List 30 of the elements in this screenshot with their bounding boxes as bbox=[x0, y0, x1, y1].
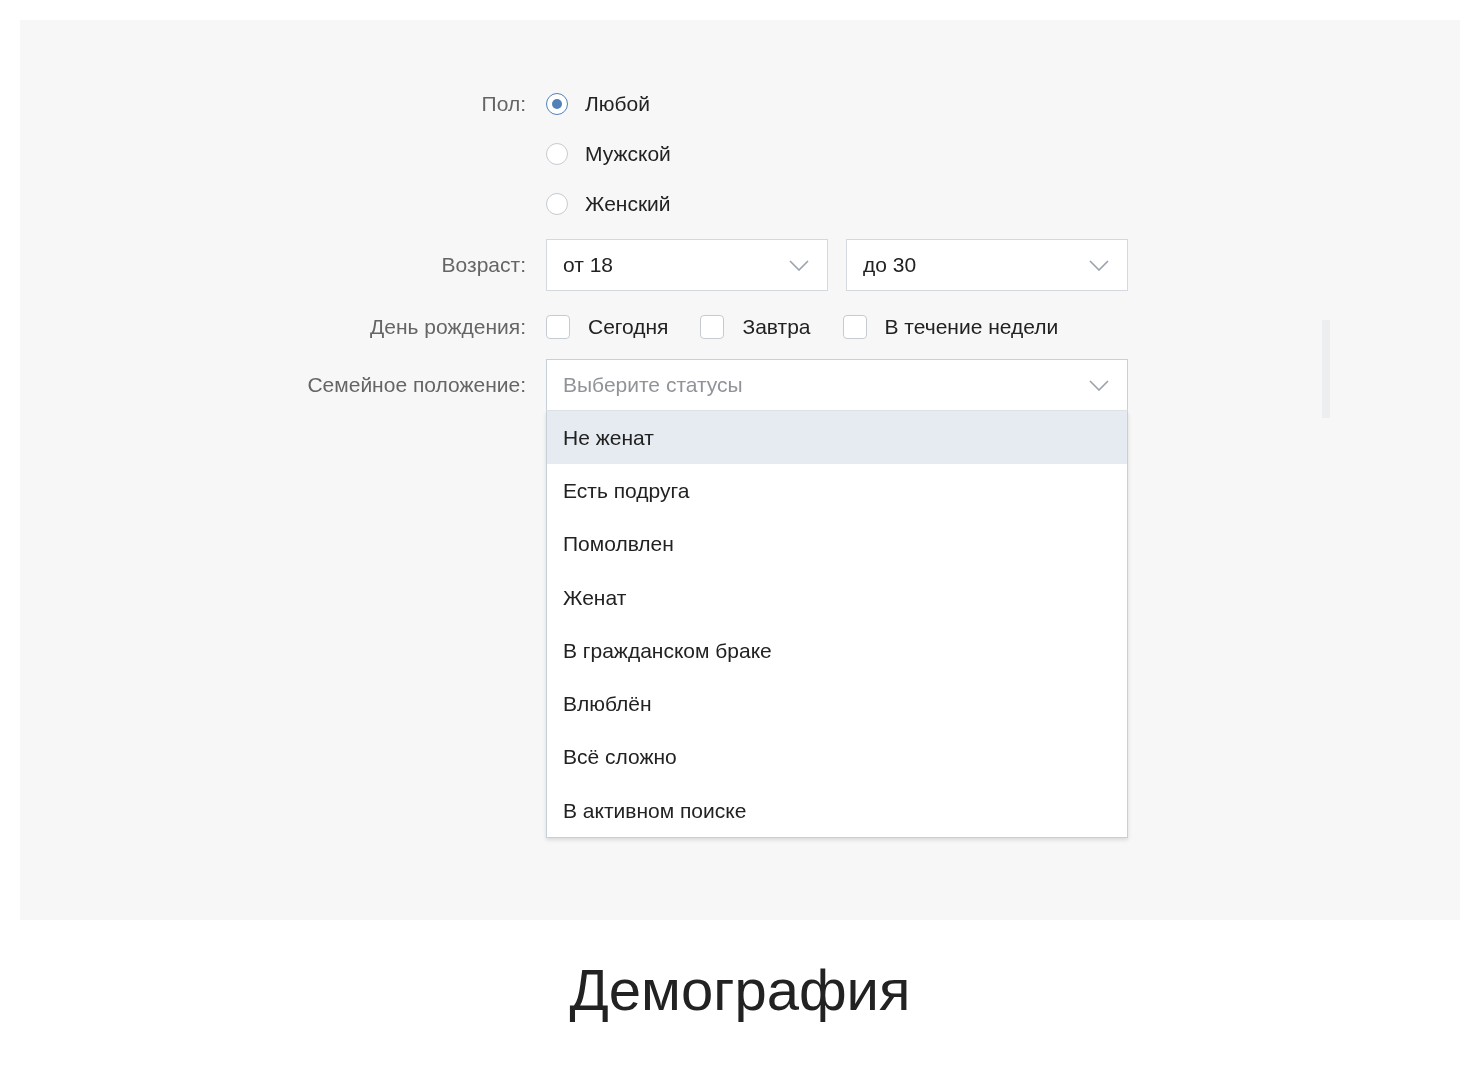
radio-button[interactable] bbox=[546, 193, 568, 215]
radio-button[interactable] bbox=[546, 93, 568, 115]
chevron-down-icon bbox=[789, 259, 809, 271]
menu-item[interactable]: В активном поиске bbox=[547, 784, 1127, 838]
field-label: Возраст: bbox=[440, 253, 527, 277]
checkbox-label[interactable]: Сегодня bbox=[588, 315, 669, 339]
radio-label[interactable]: Мужской bbox=[585, 142, 671, 166]
chevron-down-icon bbox=[1089, 259, 1109, 271]
radio-label[interactable]: Женский bbox=[585, 192, 671, 216]
checkbox-label[interactable]: В течение недели bbox=[884, 315, 1059, 339]
field-label: День рождения: bbox=[369, 315, 527, 339]
caption-title: Демография bbox=[568, 956, 912, 1023]
radio-button[interactable] bbox=[546, 143, 568, 165]
field-label: Семейное положение: bbox=[306, 372, 527, 397]
chevron-down-icon bbox=[1089, 379, 1109, 391]
age-from-dropdown[interactable]: от 18 bbox=[546, 239, 828, 291]
menu-item[interactable]: Помолвлен bbox=[547, 517, 1127, 571]
menu-item[interactable]: Всё сложно bbox=[547, 730, 1127, 785]
age-to-dropdown[interactable]: до 30 bbox=[846, 239, 1128, 291]
checkbox[interactable] bbox=[700, 315, 725, 339]
menu-item[interactable]: Есть подруга bbox=[547, 464, 1127, 518]
menu-item[interactable]: В гражданском браке bbox=[547, 624, 1127, 678]
checkbox[interactable] bbox=[842, 315, 867, 339]
menu-item[interactable]: Влюблён bbox=[547, 677, 1127, 731]
checkbox-label[interactable]: Завтра bbox=[742, 315, 811, 339]
checkbox[interactable] bbox=[546, 315, 570, 339]
menu-item[interactable]: Не женат bbox=[547, 411, 1127, 465]
field-label: Пол: bbox=[480, 91, 527, 116]
radio-label[interactable]: Любой bbox=[585, 92, 650, 116]
menu-item[interactable]: Женат bbox=[547, 570, 1127, 625]
